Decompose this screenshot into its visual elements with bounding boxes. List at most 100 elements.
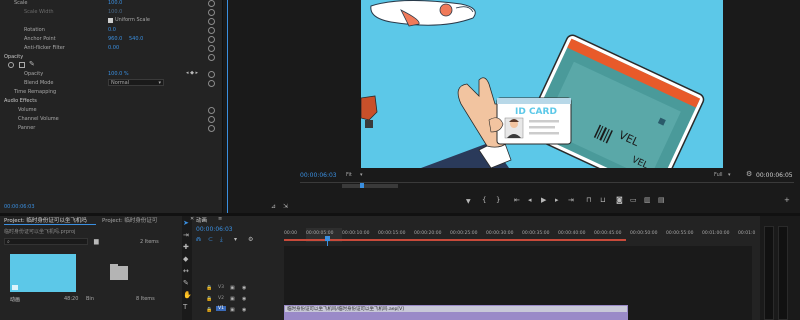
pen-tool-icon[interactable]: ✎ [183, 280, 189, 287]
ruler-label-5: 00:00:25:00 [450, 231, 478, 236]
folder-tab [110, 264, 118, 267]
scrub-playhead[interactable] [360, 183, 364, 188]
lock-icon[interactable]: 🔒 [206, 307, 212, 314]
rotation-value[interactable]: 0.0 [108, 27, 116, 33]
snap-icon[interactable]: ⋒ [196, 236, 201, 243]
scene-illustration: VEL VEL ID CARD [361, 0, 705, 168]
reset-volume-icon[interactable] [208, 107, 215, 114]
scale-value[interactable]: 100.0 [108, 0, 122, 6]
reset-rotation-icon[interactable] [208, 27, 215, 34]
anchor-y-value[interactable]: 540.0 [129, 36, 143, 42]
quality-dropdown[interactable]: Full ▾ [714, 171, 736, 179]
volume-label[interactable]: Volume [18, 107, 37, 113]
lock-icon[interactable]: 🔒 [206, 285, 212, 292]
go-to-in-icon[interactable]: ⇤ [514, 197, 520, 204]
transmit-icon[interactable]: ▤ [658, 197, 665, 204]
export-icon[interactable]: ⇲ [283, 203, 288, 210]
time-ruler[interactable]: 00:00 00:00:05:00 00:00:10:00 00:00:15:0… [284, 228, 755, 242]
item2-name[interactable]: Bin [86, 296, 94, 302]
scale-width-value[interactable]: 100.0 [108, 9, 122, 15]
tab-project-2[interactable]: Project: 临时身份证可 [102, 216, 157, 224]
tab-project[interactable]: Project: 临时身份证可以坐飞机吗 [4, 216, 87, 224]
wrench-icon[interactable]: ⚙ [746, 171, 752, 178]
anti-flicker-value[interactable]: 0.00 [108, 45, 119, 51]
channel-volume-label[interactable]: Channel Volume [18, 116, 59, 122]
bin-folder-icon[interactable] [110, 264, 128, 280]
filter-icon[interactable]: ⊿ [271, 203, 276, 210]
reset-scale-width-icon[interactable] [208, 9, 215, 16]
wrench-icon[interactable]: ⚙ [248, 236, 253, 243]
reset-blend-icon[interactable] [208, 80, 215, 87]
reset-opacity-section-icon[interactable] [208, 54, 215, 61]
effect-controls-timecode[interactable]: 00:00:06:03 [4, 204, 35, 210]
mark-in-icon[interactable]: { [482, 197, 486, 204]
close-icon[interactable]: ✕ [190, 216, 194, 223]
effect-controls-panel: Scale 100.0 Scale Width 100.0 Uniform Sc… [0, 0, 222, 213]
pen-mask-icon[interactable]: ✎ [29, 61, 35, 68]
uniform-scale-checkbox[interactable] [108, 18, 113, 23]
mark-out-icon[interactable]: } [496, 197, 500, 204]
fit-dropdown[interactable]: Fit ▾ [346, 171, 368, 179]
track-v1-label[interactable]: V1 [216, 306, 226, 311]
eye-icon[interactable]: ◉ [242, 285, 246, 292]
add-button-icon[interactable]: + [784, 197, 790, 204]
extract-icon[interactable]: ⊔ [600, 197, 605, 204]
clip-fx-badge [284, 313, 628, 320]
anti-flicker-label: Anti-flicker Filter [24, 45, 65, 51]
anchor-x-value[interactable]: 960.0 [108, 36, 122, 42]
lock-icon[interactable]: 🔒 [206, 296, 212, 303]
eye-icon[interactable]: ◉ [242, 296, 246, 303]
hand-tool-icon[interactable]: ✋ [183, 292, 192, 299]
sequence-thumbnail[interactable] [10, 254, 76, 292]
opacity-section-label[interactable]: Opacity [4, 54, 23, 60]
razor-tool-icon[interactable]: ◆ [183, 256, 188, 263]
video-frame[interactable]: VEL VEL ID CARD [361, 0, 723, 168]
program-monitor-panel: VEL VEL ID CARD 00:00:06:03 Fit ▾ Full ▾… [294, 0, 800, 213]
type-tool-icon[interactable]: T [183, 304, 187, 311]
blend-mode-dropdown[interactable]: Normal ▾ [108, 79, 164, 86]
track-select-icon[interactable]: ⇥ [183, 232, 189, 239]
tab-sequence[interactable]: 动画 [196, 216, 207, 224]
playhead-handle[interactable] [325, 236, 330, 241]
step-back-icon[interactable]: ◂ [528, 197, 532, 204]
reset-antiflicker-icon[interactable] [208, 45, 215, 52]
camera-icon[interactable]: ◙ [616, 197, 623, 204]
ripple-edit-icon[interactable]: ✚ [183, 244, 189, 251]
new-bin-icon[interactable]: ▆ [94, 238, 99, 245]
film-icon[interactable]: ▣ [230, 307, 235, 314]
compare-icon[interactable]: ▥ [644, 197, 651, 204]
program-timecode[interactable]: 00:00:06:03 [300, 172, 337, 179]
opacity-value[interactable]: 100.0 % [108, 71, 129, 77]
time-remapping-label[interactable]: Time Remapping [14, 89, 56, 95]
selection-tool-icon[interactable]: ➤ [183, 220, 189, 227]
reset-opacity-icon[interactable] [208, 71, 215, 78]
eye-icon[interactable]: ◉ [242, 307, 246, 314]
timeline-timecode[interactable]: 00:00:06:03 [196, 226, 233, 233]
keyframe-nav-icon[interactable]: ◂ ◆ ▸ [186, 70, 198, 77]
menu-icon[interactable]: ≡ [218, 216, 222, 223]
film-icon[interactable]: ▣ [230, 285, 235, 292]
panner-label[interactable]: Panner [18, 125, 35, 131]
marker-icon[interactable]: ▾ [234, 236, 237, 243]
search-input[interactable]: ⌕ [4, 238, 88, 245]
rectangle-mask-icon[interactable] [19, 62, 25, 68]
step-forward-icon[interactable]: ▸ [555, 197, 559, 204]
reset-scale-icon[interactable] [208, 0, 215, 7]
scrub-bar[interactable] [300, 182, 794, 188]
vr-icon[interactable]: ▭ [630, 197, 637, 204]
insert-icon[interactable]: ⤓ [220, 236, 223, 243]
reset-panner-icon[interactable] [208, 125, 215, 132]
ellipse-mask-icon[interactable] [8, 62, 14, 68]
reset-channel-volume-icon[interactable] [208, 116, 215, 123]
reset-anchor-icon[interactable] [208, 36, 215, 43]
slip-tool-icon[interactable]: ↔ [183, 268, 189, 275]
film-icon[interactable]: ▣ [230, 296, 235, 303]
item1-name[interactable]: 动画 [10, 296, 20, 303]
lift-icon[interactable]: ⊓ [586, 197, 591, 204]
reset-uniform-icon[interactable] [208, 18, 215, 25]
play-icon[interactable]: ▶ [541, 197, 546, 204]
add-marker-icon[interactable]: ▼ [466, 198, 471, 205]
timeline-clip-v1[interactable]: 临时身份证可以坐飞机吗/临时身份证可以坐飞机吗.aep[V] [284, 305, 628, 313]
go-to-out-icon[interactable]: ⇥ [568, 197, 574, 204]
linked-selection-icon[interactable]: ⊂ [208, 236, 213, 243]
